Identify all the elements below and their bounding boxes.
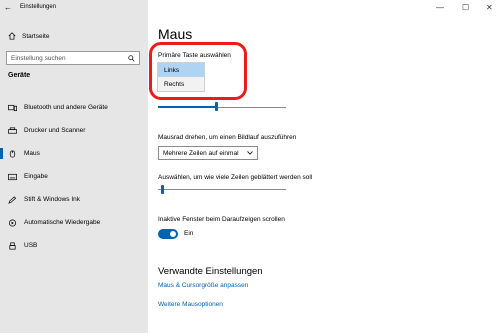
sidebar-item-pen[interactable]: Stift & Windows Ink (0, 188, 148, 211)
sidebar-item-bluetooth[interactable]: Bluetooth und andere Geräte (0, 96, 148, 119)
sidebar-item-input[interactable]: Eingabe (0, 165, 148, 188)
back-arrow-icon[interactable]: ← (0, 3, 16, 12)
more-mouse-options-link[interactable]: Weitere Mausoptionen (158, 301, 223, 308)
home-icon (8, 32, 16, 40)
title-bar: ← Einstellungen (0, 0, 148, 14)
sidebar-item-printers[interactable]: Drucker und Scanner (0, 119, 148, 142)
related-settings-title: Verwandte Einstellungen (158, 266, 263, 277)
sidebar-item-label: Eingabe (24, 173, 48, 180)
home-label: Startseite (22, 32, 50, 40)
usb-icon (8, 241, 17, 250)
scroll-mode-value: Mehrere Zeilen auf einmal (163, 149, 239, 157)
pen-icon (8, 195, 17, 204)
search-icon (128, 54, 135, 62)
cursor-speed-slider[interactable] (214, 102, 218, 111)
cursor-speed-fill (158, 106, 216, 108)
inactive-scroll-state: Ein (184, 230, 194, 237)
page-title: Maus (158, 26, 193, 42)
scroll-mode-label: Mausrad drehen, um einen Bildlauf auszuf… (158, 134, 297, 141)
bluetooth-icon (8, 104, 17, 112)
section-title: Geräte (8, 72, 31, 79)
search-placeholder: Einstellung suchen (11, 54, 66, 62)
mouse-icon (8, 149, 17, 158)
lines-scroll-slider[interactable] (160, 185, 164, 194)
sidebar-item-mouse[interactable]: Maus (0, 142, 148, 165)
sidebar-nav: Bluetooth und andere Geräte Drucker und … (0, 96, 148, 257)
printer-icon (8, 126, 17, 135)
cursor-size-link[interactable]: Maus & Cursorgröße anpassen (158, 282, 248, 289)
lines-scroll-label: Auswählen, um wie viele Zeilen geblätter… (158, 174, 313, 181)
sidebar-item-label: Bluetooth und andere Geräte (24, 104, 108, 111)
inactive-scroll-toggle[interactable] (158, 229, 178, 239)
keyboard-icon (8, 173, 17, 181)
sidebar-item-label: Automatische Wiedergabe (24, 219, 101, 226)
highlight-annotation (149, 42, 247, 100)
sidebar-item-label: Drucker und Scanner (24, 127, 86, 134)
app-title: Einstellungen (20, 4, 57, 10)
scroll-mode-dropdown[interactable]: Mehrere Zeilen auf einmal (158, 146, 258, 160)
autoplay-icon (8, 218, 17, 227)
sidebar-item-usb[interactable]: USB (0, 234, 148, 257)
chevron-down-icon (247, 151, 253, 155)
lines-scroll-track (158, 189, 286, 190)
sidebar-home[interactable]: Startseite (8, 32, 49, 40)
sidebar-item-label: USB (24, 242, 38, 249)
sidebar: ← Einstellungen Startseite Einstellung s… (0, 0, 148, 333)
sidebar-item-label: Stift & Windows Ink (24, 196, 80, 203)
search-input[interactable]: Einstellung suchen (6, 51, 140, 65)
sidebar-item-label: Maus (24, 150, 40, 157)
sidebar-item-autoplay[interactable]: Automatische Wiedergabe (0, 211, 148, 234)
inactive-scroll-label: Inaktive Fenster beim Daraufzeigen scrol… (158, 216, 285, 223)
